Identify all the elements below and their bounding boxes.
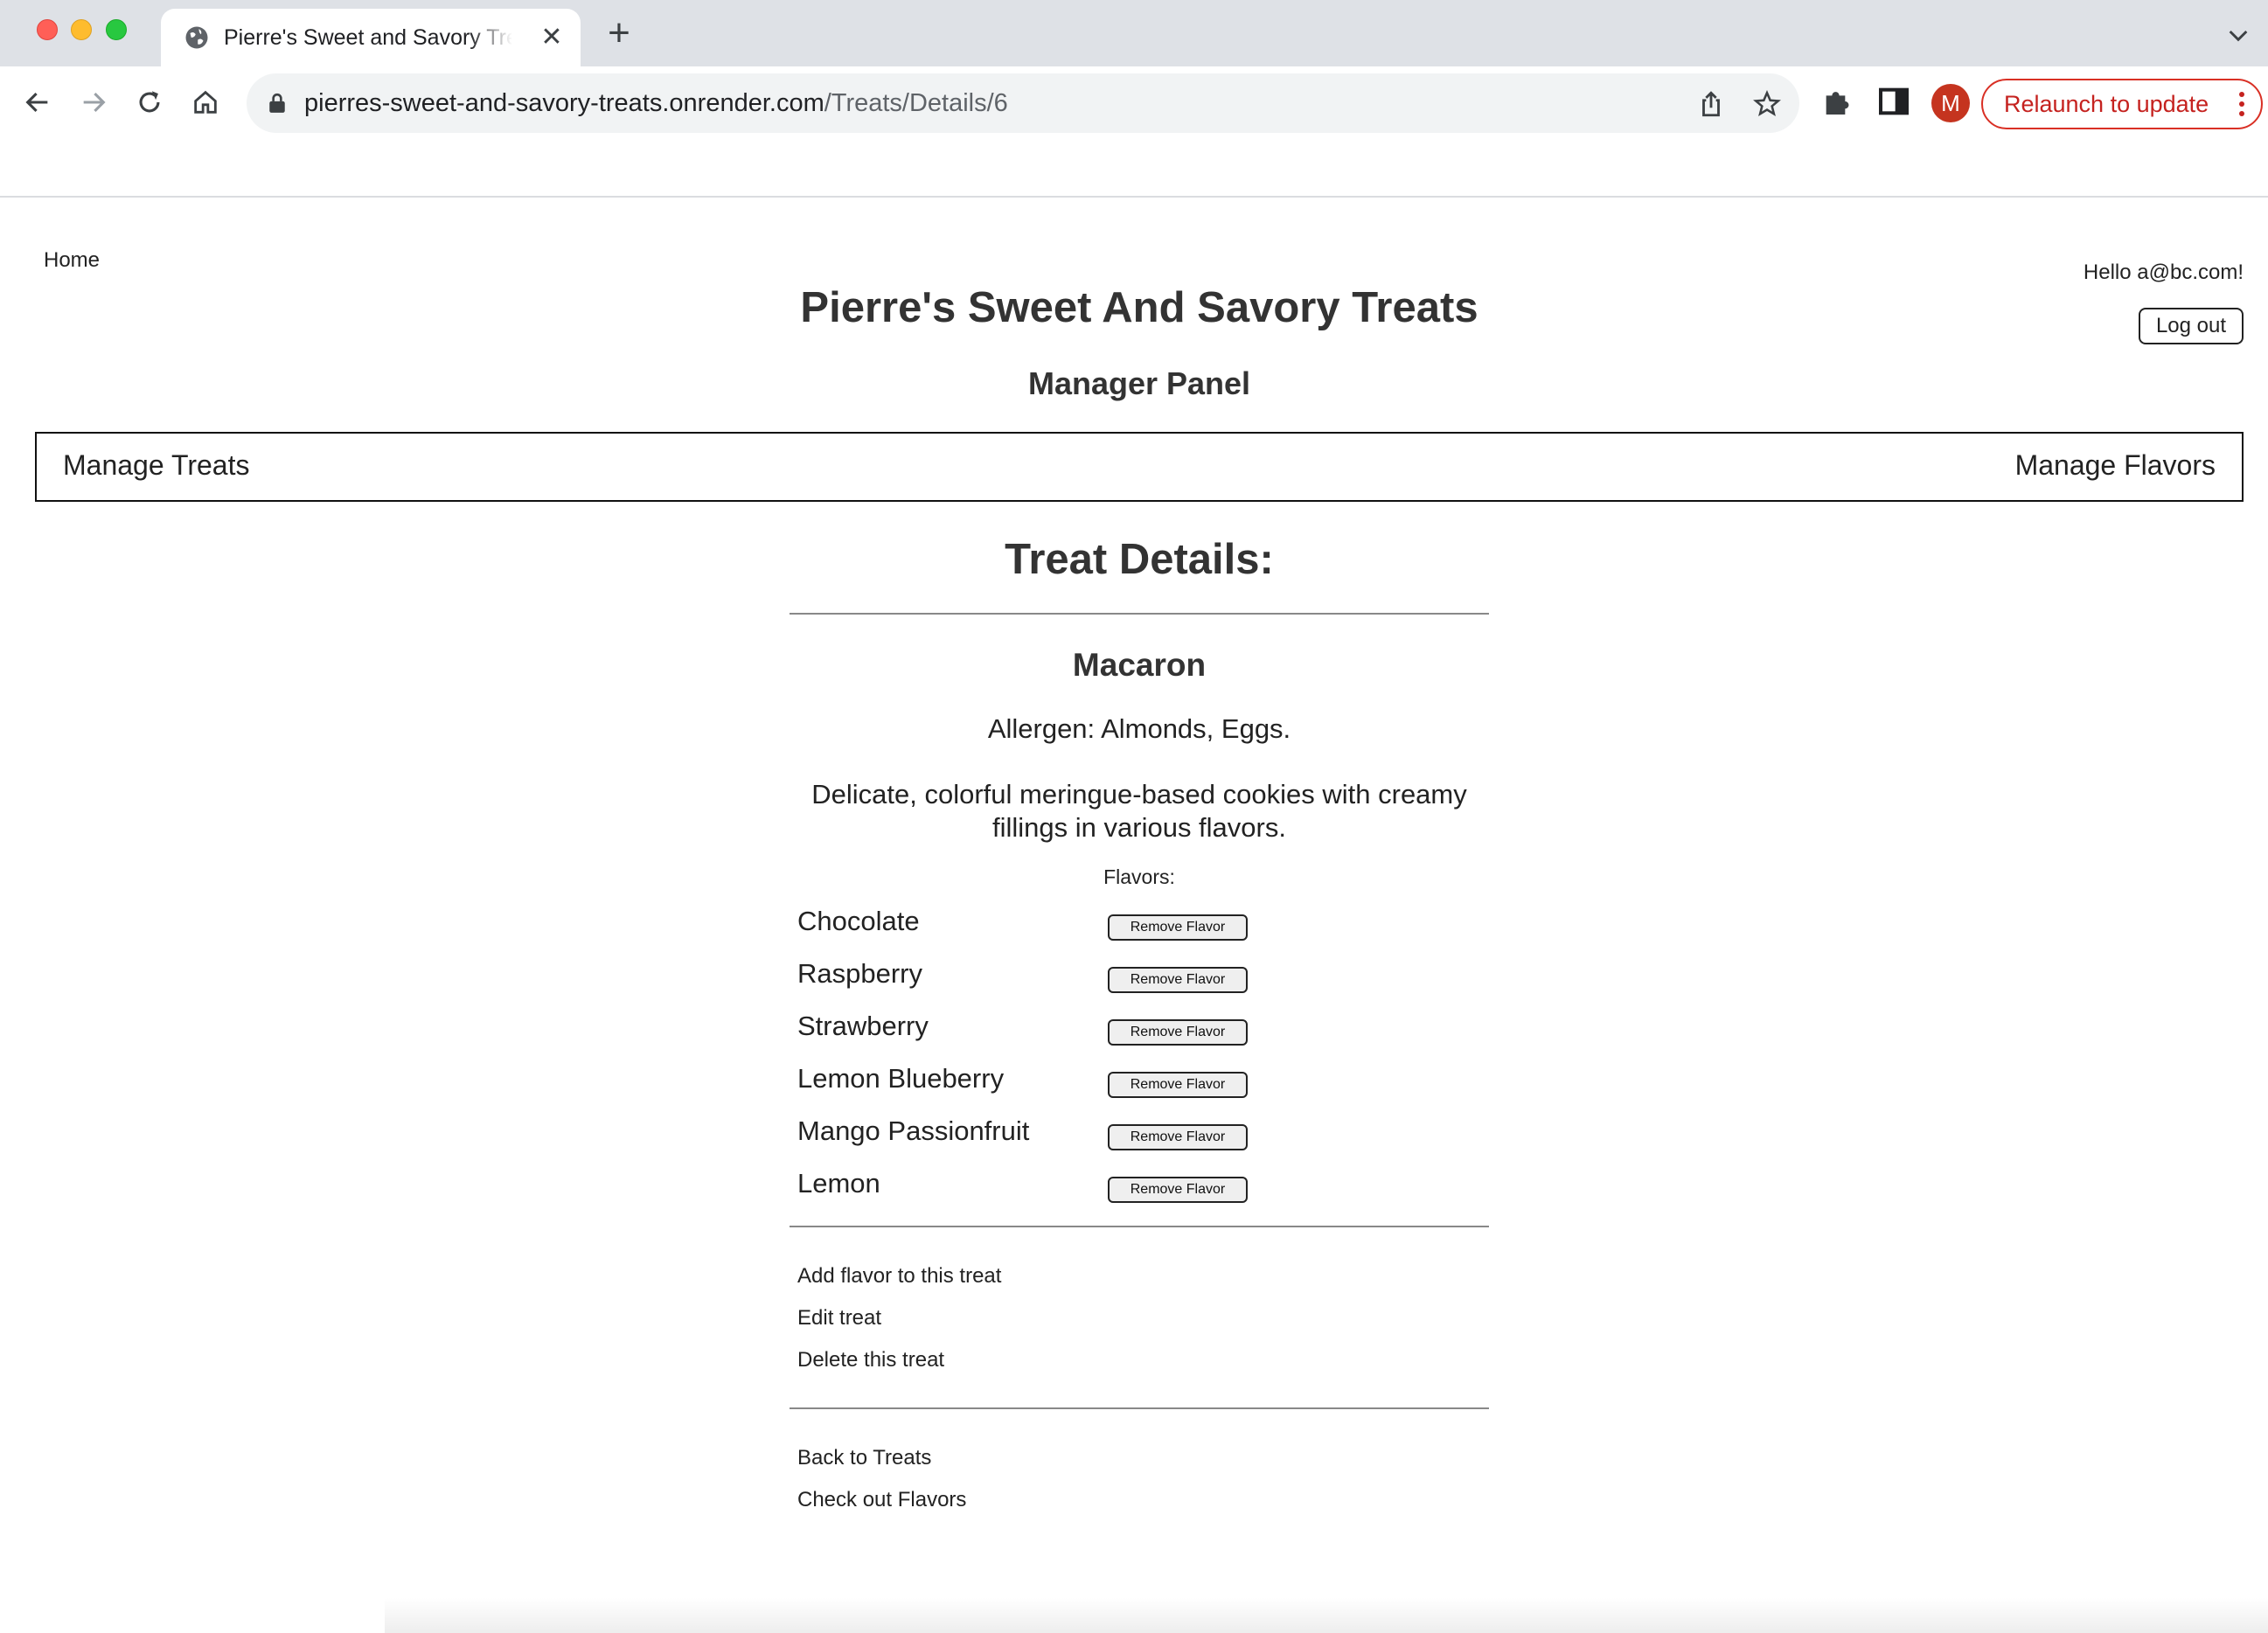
- remove-flavor-button[interactable]: Remove Flavor: [1108, 1019, 1248, 1046]
- browser-tab[interactable]: Pierre's Sweet and Savory Treats ✕: [161, 9, 581, 66]
- remove-flavor-button[interactable]: Remove Flavor: [1108, 1124, 1248, 1150]
- divider: [790, 1226, 1489, 1227]
- tab-title: Pierre's Sweet and Savory Treats: [224, 25, 512, 50]
- manage-flavors-link[interactable]: Manage Flavors: [2015, 449, 2216, 482]
- flavor-row: Mango Passionfruit Remove Flavor: [797, 1115, 1252, 1157]
- page-content: Home Hello a@bc.com! Log out Pierre's Sw…: [0, 199, 2268, 1633]
- side-panel-icon[interactable]: [1876, 84, 1911, 119]
- check-flavors-link[interactable]: Check out Flavors: [797, 1488, 966, 1512]
- add-flavor-link[interactable]: Add flavor to this treat: [797, 1264, 1001, 1289]
- new-tab-icon[interactable]: +: [603, 14, 635, 52]
- manager-nav: Manage Treats Manage Flavors: [35, 432, 2244, 502]
- extensions-puzzle-icon[interactable]: [1820, 84, 1855, 119]
- treat-name: Macaron: [1072, 647, 1207, 683]
- flavor-name[interactable]: Lemon: [797, 1168, 880, 1199]
- close-window-button[interactable]: [37, 19, 58, 40]
- manage-treats-link[interactable]: Manage Treats: [63, 449, 249, 482]
- more-vertical-icon: [2239, 92, 2244, 116]
- details-heading: Treat Details:: [1005, 536, 1274, 583]
- flavor-row: Chocolate Remove Flavor: [797, 906, 1252, 948]
- browser-chrome: Pierre's Sweet and Savory Treats ✕ +: [0, 0, 2268, 198]
- back-to-treats-link[interactable]: Back to Treats: [797, 1446, 931, 1470]
- flavor-name[interactable]: Raspberry: [797, 958, 922, 990]
- remove-flavor-button[interactable]: Remove Flavor: [1108, 1072, 1248, 1098]
- home-link[interactable]: Home: [44, 248, 100, 273]
- flavor-row: Raspberry Remove Flavor: [797, 958, 1252, 1000]
- minimize-window-button[interactable]: [71, 19, 92, 40]
- flavor-row: Lemon Blueberry Remove Flavor: [797, 1063, 1252, 1105]
- tab-close-icon[interactable]: ✕: [537, 23, 567, 52]
- flavor-name[interactable]: Mango Passionfruit: [797, 1115, 1029, 1147]
- home-button[interactable]: [185, 82, 226, 122]
- treat-allergen: Allergen: Almonds, Eggs.: [987, 713, 1291, 744]
- flavor-name[interactable]: Lemon Blueberry: [797, 1063, 1004, 1094]
- treat-description: Delicate, colorful meringue-based cookie…: [811, 779, 1467, 843]
- remove-flavor-button[interactable]: Remove Flavor: [1108, 914, 1248, 941]
- user-greeting: Hello a@bc.com!: [2083, 261, 2244, 284]
- flavor-row: Lemon Remove Flavor: [797, 1168, 1252, 1210]
- arrow-right-icon: [83, 92, 106, 113]
- reload-icon: [139, 91, 160, 113]
- forward-button[interactable]: [73, 82, 114, 122]
- globe-icon: [185, 26, 208, 49]
- url-text[interactable]: pierres-sweet-and-savory-treats.onrender…: [304, 86, 1008, 121]
- flavor-name[interactable]: Chocolate: [797, 906, 920, 937]
- reload-button[interactable]: [129, 82, 170, 122]
- flavors-label: Flavors:: [1103, 865, 1175, 888]
- maximize-window-button[interactable]: [106, 19, 127, 40]
- relaunch-button[interactable]: Relaunch to update: [1981, 79, 2263, 129]
- back-button[interactable]: [17, 82, 58, 122]
- lock-icon[interactable]: [268, 93, 287, 114]
- url-host: pierres-sweet-and-savory-treats.onrender…: [304, 89, 824, 117]
- url-path: /Treats/Details/6: [824, 89, 1008, 117]
- chevron-down-icon[interactable]: [2224, 21, 2252, 49]
- window-shadow: [385, 1598, 2268, 1633]
- profile-avatar[interactable]: M: [1931, 84, 1970, 122]
- divider: [790, 1407, 1489, 1409]
- tab-strip: Pierre's Sweet and Savory Treats ✕ +: [0, 0, 2268, 66]
- relaunch-label: Relaunch to update: [2004, 91, 2209, 117]
- delete-treat-link[interactable]: Delete this treat: [797, 1348, 944, 1372]
- remove-flavor-button[interactable]: Remove Flavor: [1108, 967, 1248, 993]
- flavor-row: Strawberry Remove Flavor: [797, 1011, 1252, 1053]
- flavor-name[interactable]: Strawberry: [797, 1011, 929, 1042]
- browser-toolbar: pierres-sweet-and-savory-treats.onrender…: [0, 66, 2268, 140]
- remove-flavor-button[interactable]: Remove Flavor: [1108, 1177, 1248, 1203]
- bookmark-star-icon[interactable]: [1752, 89, 1782, 119]
- arrow-left-icon: [25, 92, 48, 113]
- site-title: Pierre's Sweet And Savory Treats: [800, 284, 1478, 331]
- panel-title: Manager Panel: [1027, 365, 1251, 401]
- share-icon[interactable]: [1696, 89, 1726, 119]
- home-icon: [194, 90, 217, 114]
- divider: [790, 613, 1489, 615]
- edit-treat-link[interactable]: Edit treat: [797, 1306, 881, 1331]
- address-bar[interactable]: pierres-sweet-and-savory-treats.onrender…: [247, 73, 1799, 133]
